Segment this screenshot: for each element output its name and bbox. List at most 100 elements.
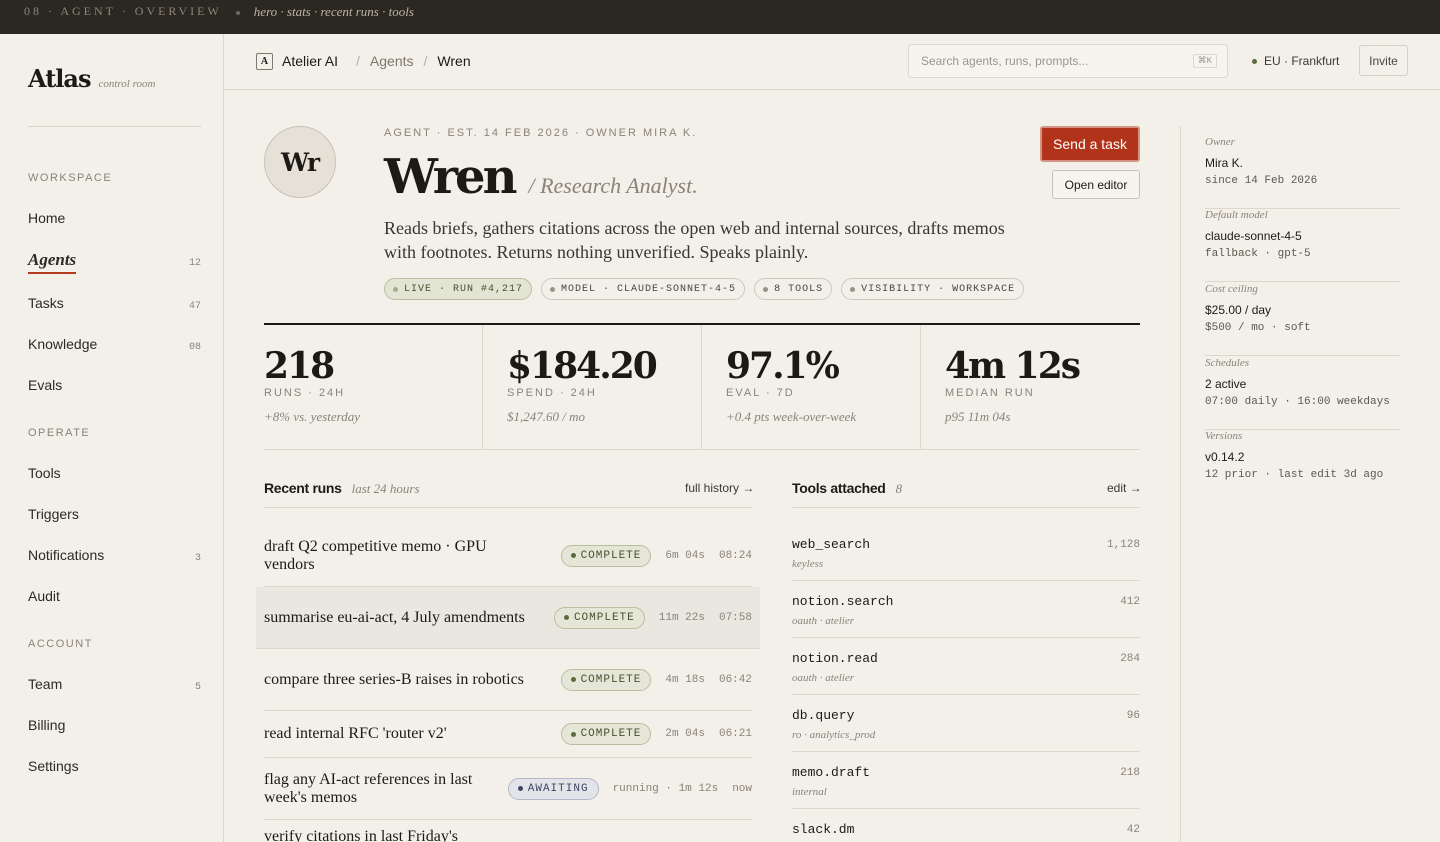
run-title: compare three series-B raises in robotic… <box>264 670 524 688</box>
rail-sub: fallback · gpt-5 <box>1205 248 1311 260</box>
run-time: 06:42 <box>718 673 752 686</box>
tool-name: web_search <box>792 537 871 552</box>
run-title: verify citations in last Friday's <box>264 828 458 842</box>
chip-label: VISIBILITY · WORKSPACE <box>861 283 1016 295</box>
sidebar-item-label: Tools <box>28 465 61 481</box>
sidebar-item-label: Knowledge <box>28 336 98 352</box>
sidebar-item-billing[interactable]: Billing <box>28 717 201 733</box>
status-label: COMPLETE <box>573 611 635 624</box>
breadcrumb-workspace[interactable]: Atelier AI <box>282 53 338 69</box>
sidebar-item-home[interactable]: Home <box>28 210 201 226</box>
status-badge: COMPLETE <box>560 723 652 745</box>
run-title: read internal RFC 'router v2' <box>264 725 447 742</box>
list-item[interactable]: memo.draft internal 218 <box>792 752 1140 809</box>
status-badge: AWAITING <box>507 777 599 800</box>
stat-eval: 97.1% EVAL · 7D +0.4 pts week-over-week <box>726 325 920 449</box>
tool-name: slack.dm <box>792 822 855 837</box>
tool-count: 96 <box>1126 710 1140 722</box>
rail-cost-ceiling: Cost ceiling $25.00 / day $500 / mo · so… <box>1205 283 1400 356</box>
run-time: 06:21 <box>718 728 752 740</box>
sidebar-item-label: Agents <box>28 250 77 274</box>
status-dot-icon <box>570 553 576 558</box>
list-item[interactable]: db.query ro · analytics_prod 96 <box>792 695 1140 752</box>
sidebar-item-knowledge[interactable]: Knowledge 08 <box>28 336 201 353</box>
send-task-button[interactable]: Send a task <box>1040 126 1140 162</box>
sidebar-item-team[interactable]: Team 5 <box>28 676 201 693</box>
sidebar-item-triggers[interactable]: Triggers <box>28 506 201 522</box>
sidebar-item-label: Audit <box>28 588 60 604</box>
caption-bar: 08 · AGENT · OVERVIEW hero · stats · rec… <box>0 0 1440 34</box>
run-title: summarise eu-ai-act, 4 July amendments <box>264 608 525 626</box>
topbar: A Atelier AI / Agents / Wren ⌘K EU · Fra… <box>224 34 1440 90</box>
stat-divider <box>920 325 921 449</box>
tool-count: 412 <box>1120 596 1140 608</box>
sidebar-item-agents[interactable]: Agents 12 <box>28 250 201 274</box>
tool-name: db.query <box>792 708 855 723</box>
tool-meta: keyless <box>792 558 824 570</box>
chip-dot-icon <box>550 286 556 292</box>
edit-tools-link[interactable]: edit → <box>1107 481 1142 495</box>
sidebar-item-audit[interactable]: Audit <box>28 588 201 604</box>
search-input[interactable] <box>921 54 1181 68</box>
sidebar-item-count: 5 <box>194 682 201 693</box>
sidebar-item-notifications[interactable]: Notifications 3 <box>28 547 201 564</box>
tools-chip[interactable]: 8 TOOLS <box>754 278 833 300</box>
sidebar-item-evals[interactable]: Evals <box>28 377 201 393</box>
sidebar-item-count: 3 <box>194 553 201 564</box>
recent-runs-rule <box>264 507 752 508</box>
stat-sub: $1,247.60 / mo <box>507 409 585 424</box>
stat-value: 97.1% <box>726 345 840 387</box>
run-time: 07:58 <box>718 611 752 624</box>
rail-versions: Versions v0.14.2 12 prior · last edit 3d… <box>1205 430 1400 503</box>
full-history-link[interactable]: full history → <box>685 481 754 495</box>
sidebar-item-label: Tasks <box>28 295 64 311</box>
status-label: COMPLETE <box>580 549 642 562</box>
table-row[interactable]: draft Q2 competitive memo · GPU vendors … <box>264 525 752 587</box>
open-editor-button[interactable]: Open editor <box>1052 170 1140 199</box>
status-dot-icon <box>517 786 523 791</box>
list-item[interactable]: web_search keyless 1,128 <box>792 524 1140 581</box>
caption-separator <box>235 11 240 15</box>
tool-name: notion.search <box>792 594 894 609</box>
agent-name: Wren <box>384 149 517 205</box>
status-label: COMPLETE <box>580 728 642 740</box>
sidebar-item-settings[interactable]: Settings <box>28 758 201 774</box>
run-title: flag any AI-act references in last week'… <box>264 770 473 806</box>
table-row[interactable]: compare three series-B raises in robotic… <box>264 649 752 711</box>
rail-value: 2 active <box>1205 377 1247 391</box>
stat-sub: +8% vs. yesterday <box>264 409 361 424</box>
tools-count: 8 <box>895 481 903 496</box>
rail-label: Cost ceiling <box>1205 283 1258 295</box>
sidebar-item-label: Settings <box>28 758 79 774</box>
list-item[interactable]: notion.read oauth · atelier 284 <box>792 638 1140 695</box>
region-status-dot-icon <box>1252 58 1257 64</box>
rail-value: Mira K. <box>1205 156 1244 170</box>
list-item[interactable]: notion.search oauth · atelier 412 <box>792 581 1140 638</box>
visibility-chip[interactable]: VISIBILITY · WORKSPACE <box>841 278 1025 300</box>
list-item[interactable]: slack.dm 42 <box>792 809 1140 842</box>
rail-default-model: Default model claude-sonnet-4-5 fallback… <box>1205 209 1400 282</box>
chip-label: MODEL · CLAUDE-SONNET-4-5 <box>561 283 737 295</box>
table-row[interactable]: flag any AI-act references in last week'… <box>264 758 752 820</box>
breadcrumb-current: Wren <box>437 53 471 69</box>
breadcrumb-agents[interactable]: Agents <box>370 53 414 69</box>
agent-title-row: Wren / Research Analyst. <box>384 148 698 206</box>
stat-runs: 218 RUNS · 24H +8% vs. yesterday <box>264 325 482 449</box>
tool-meta: ro · analytics_prod <box>792 729 876 741</box>
tool-count: 218 <box>1120 767 1140 779</box>
table-row[interactable]: verify citations in last Friday's <box>264 828 752 842</box>
invite-button[interactable]: Invite <box>1359 45 1408 76</box>
region-indicator[interactable]: EU · Frankfurt <box>1252 54 1339 68</box>
sidebar-item-tools[interactable]: Tools <box>28 465 201 481</box>
table-row[interactable]: read internal RFC 'router v2' COMPLETE 2… <box>264 711 752 758</box>
agent-role: / Research Analyst. <box>528 173 698 198</box>
tools-rule <box>792 507 1140 508</box>
chip-dot-icon <box>850 286 856 292</box>
sidebar-item-tasks[interactable]: Tasks 47 <box>28 295 201 312</box>
stat-sub: p95 11m 04s <box>945 409 1011 424</box>
tool-name: memo.draft <box>792 765 871 780</box>
live-run-chip[interactable]: LIVE · RUN #4,217 <box>384 278 533 300</box>
table-row[interactable]: summarise eu-ai-act, 4 July amendments C… <box>256 587 760 649</box>
search-box: ⌘K <box>908 44 1228 78</box>
model-chip[interactable]: MODEL · CLAUDE-SONNET-4-5 <box>541 278 746 300</box>
